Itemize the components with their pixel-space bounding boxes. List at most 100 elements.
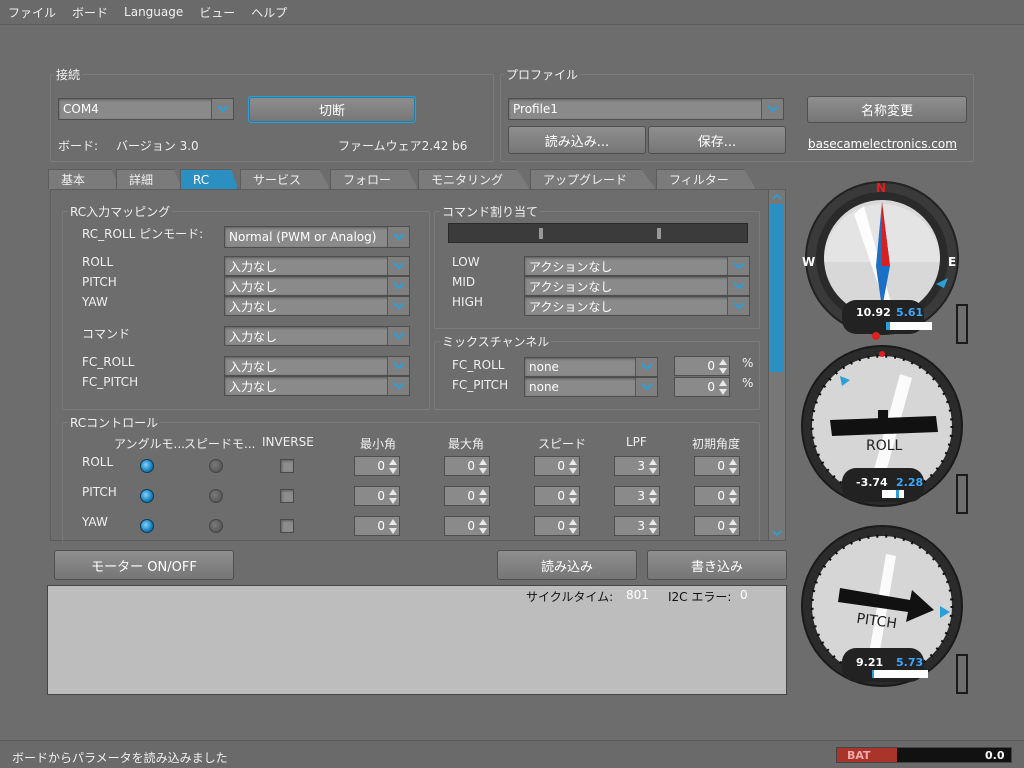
tab-rc[interactable]: RC [180, 169, 238, 189]
spin-down-icon[interactable] [648, 497, 658, 505]
max-spinbox[interactable]: 0 [444, 516, 490, 536]
scroll-up-icon[interactable] [770, 190, 784, 204]
spin-down-icon[interactable] [388, 527, 398, 535]
profile-load-button[interactable]: 読み込み... [508, 126, 646, 154]
mix-select-fc-pitch[interactable]: none [524, 377, 658, 397]
spin-up-icon[interactable] [648, 458, 658, 466]
spin-up-icon[interactable] [718, 379, 728, 387]
inverse-checkbox[interactable] [280, 459, 294, 473]
spin-down-icon[interactable] [478, 467, 488, 475]
menu-view[interactable]: ビュー [191, 4, 243, 21]
angle-mode-radio[interactable] [140, 459, 154, 473]
menu-help[interactable]: ヘルプ [243, 4, 295, 21]
cmd-select-low[interactable]: アクションなし [524, 256, 750, 276]
scroll-down-icon[interactable] [770, 526, 784, 540]
inverse-checkbox[interactable] [280, 489, 294, 503]
rc-input-select-fc-pitch[interactable]: 入力なし [224, 376, 410, 396]
inverse-checkbox[interactable] [280, 519, 294, 533]
tab-basic[interactable]: 基本 [48, 169, 120, 189]
spin-down-icon[interactable] [388, 467, 398, 475]
mix-amount-fc-roll[interactable]: 0 [674, 356, 730, 376]
speed-mode-radio[interactable] [209, 519, 223, 533]
spin-up-icon[interactable] [568, 458, 578, 466]
spin-down-icon[interactable] [728, 527, 738, 535]
spin-up-icon[interactable] [478, 518, 488, 526]
cmd-select-high[interactable]: アクションなし [524, 296, 750, 316]
lpf-spinbox[interactable]: 3 [614, 456, 660, 476]
rc-input-select-fc-roll[interactable]: 入力なし [224, 356, 410, 376]
tab-service[interactable]: サービス [240, 169, 330, 189]
init-spinbox[interactable]: 0 [694, 456, 740, 476]
spin-up-icon[interactable] [568, 488, 578, 496]
lpf-value: 3 [637, 459, 645, 473]
spin-down-icon[interactable] [648, 527, 658, 535]
spin-up-icon[interactable] [568, 518, 578, 526]
mix-select-fc-roll[interactable]: none [524, 357, 658, 377]
website-link[interactable]: basecamelectronics.com [808, 137, 957, 151]
speed-spinbox[interactable]: 0 [534, 456, 580, 476]
write-button[interactable]: 書き込み [647, 550, 787, 580]
spin-up-icon[interactable] [648, 518, 658, 526]
angle-mode-radio[interactable] [140, 489, 154, 503]
panel-scrollbar[interactable] [768, 190, 785, 540]
lpf-spinbox[interactable]: 3 [614, 516, 660, 536]
angle-mode-radio[interactable] [140, 519, 154, 533]
min-spinbox[interactable]: 0 [354, 486, 400, 506]
tab-upgrade[interactable]: アップグレード [530, 169, 656, 189]
max-spinbox[interactable]: 0 [444, 486, 490, 506]
rc-input-select-roll[interactable]: 入力なし [224, 256, 410, 276]
spin-up-icon[interactable] [728, 488, 738, 496]
speed-spinbox[interactable]: 0 [534, 486, 580, 506]
tab-advanced[interactable]: 詳細 [116, 169, 182, 189]
spin-down-icon[interactable] [568, 527, 578, 535]
spin-down-icon[interactable] [728, 497, 738, 505]
menu-language[interactable]: Language [116, 5, 191, 19]
rc-input-select-pitch[interactable]: 入力なし [224, 276, 410, 296]
spin-up-icon[interactable] [718, 358, 728, 366]
spin-up-icon[interactable] [728, 518, 738, 526]
spin-down-icon[interactable] [728, 467, 738, 475]
read-button[interactable]: 読み込み [497, 550, 637, 580]
spin-up-icon[interactable] [728, 458, 738, 466]
menu-file[interactable]: ファイル [0, 4, 64, 21]
rc-input-select-yaw[interactable]: 入力なし [224, 296, 410, 316]
spin-down-icon[interactable] [388, 497, 398, 505]
spin-up-icon[interactable] [648, 488, 658, 496]
rename-button[interactable]: 名称変更 [807, 96, 967, 123]
motor-toggle-button[interactable]: モーター ON/OFF [54, 550, 234, 580]
init-spinbox[interactable]: 0 [694, 516, 740, 536]
tab-follow[interactable]: フォロー [330, 169, 418, 189]
spin-down-icon[interactable] [568, 497, 578, 505]
spin-down-icon[interactable] [478, 497, 488, 505]
rc-input-select-command[interactable]: 入力なし [224, 326, 410, 346]
menu-board[interactable]: ボード [64, 4, 116, 21]
spin-down-icon[interactable] [718, 367, 728, 375]
scroll-thumb[interactable] [770, 204, 784, 372]
disconnect-button[interactable]: 切断 [248, 96, 416, 123]
cmd-select-mid[interactable]: アクションなし [524, 276, 750, 296]
speed-mode-radio[interactable] [209, 489, 223, 503]
spin-down-icon[interactable] [568, 467, 578, 475]
profile-save-button[interactable]: 保存... [648, 126, 786, 154]
spin-down-icon[interactable] [478, 527, 488, 535]
port-select[interactable]: COM4 [58, 98, 234, 120]
tab-filter[interactable]: フィルター [656, 169, 756, 189]
spin-up-icon[interactable] [478, 458, 488, 466]
min-spinbox[interactable]: 0 [354, 456, 400, 476]
profile-select[interactable]: Profile1 [508, 98, 784, 120]
lpf-spinbox[interactable]: 3 [614, 486, 660, 506]
spin-up-icon[interactable] [388, 488, 398, 496]
speed-mode-radio[interactable] [209, 459, 223, 473]
spin-down-icon[interactable] [648, 467, 658, 475]
min-spinbox[interactable]: 0 [354, 516, 400, 536]
max-spinbox[interactable]: 0 [444, 456, 490, 476]
spin-up-icon[interactable] [388, 518, 398, 526]
init-spinbox[interactable]: 0 [694, 486, 740, 506]
tab-monitoring[interactable]: モニタリング [418, 169, 530, 189]
pin-mode-select[interactable]: Normal (PWM or Analog) [224, 226, 410, 248]
speed-spinbox[interactable]: 0 [534, 516, 580, 536]
spin-up-icon[interactable] [478, 488, 488, 496]
mix-amount-fc-pitch[interactable]: 0 [674, 377, 730, 397]
spin-down-icon[interactable] [718, 388, 728, 396]
spin-up-icon[interactable] [388, 458, 398, 466]
